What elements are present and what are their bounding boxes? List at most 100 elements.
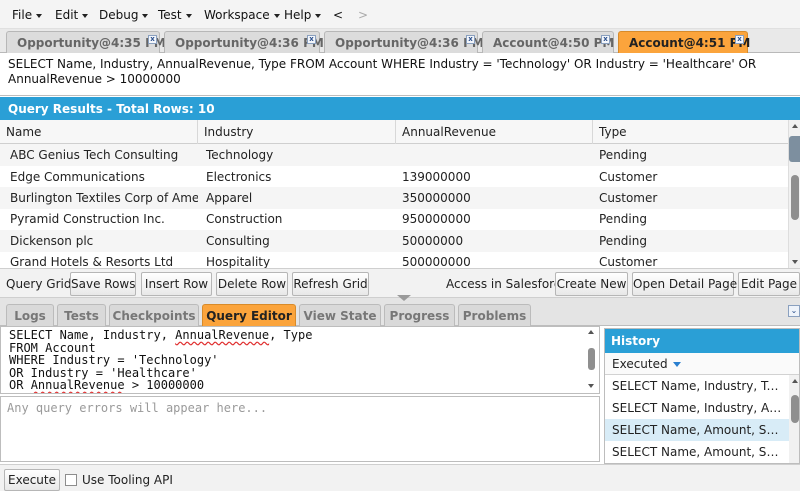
- tab-logs[interactable]: Logs: [6, 304, 54, 326]
- tab-problems[interactable]: Problems: [458, 304, 531, 326]
- nav-forward-button[interactable]: >: [358, 8, 368, 22]
- history-sort-dropdown[interactable]: Executed: [605, 353, 799, 375]
- menu-test-label: Test: [158, 8, 182, 22]
- cell-annualrevenue[interactable]: 950000000: [396, 208, 593, 230]
- column-header-name[interactable]: Name: [0, 120, 198, 144]
- cell-type[interactable]: Pending: [593, 230, 783, 252]
- scrollbar-thumb[interactable]: [791, 395, 799, 423]
- side-panel-toggle-icon[interactable]: [789, 136, 800, 162]
- chevron-down-icon: [36, 13, 43, 18]
- refresh-grid-button[interactable]: Refresh Grid: [292, 272, 369, 296]
- delete-row-button[interactable]: Delete Row: [216, 272, 288, 296]
- history-item[interactable]: SELECT Name, Industry, Type FROM Account: [605, 375, 789, 397]
- spellcheck-underline: AnnualRevenue: [175, 328, 270, 342]
- cell-type[interactable]: Pending: [593, 208, 783, 230]
- results-header: Query Results - Total Rows: 10: [0, 97, 800, 120]
- table-row[interactable]: Edge Communications Electronics 13900000…: [0, 166, 788, 188]
- tab-view-state[interactable]: View State: [299, 304, 381, 326]
- close-icon[interactable]: x: [601, 35, 610, 44]
- menu-test[interactable]: Test: [158, 8, 192, 22]
- nav-back-button[interactable]: <: [333, 8, 343, 22]
- history-item[interactable]: SELECT Name, Amount, StageName: [605, 441, 789, 463]
- execute-button[interactable]: Execute: [4, 469, 60, 491]
- tab-progress[interactable]: Progress: [384, 304, 455, 326]
- history-title: History: [605, 329, 799, 353]
- menu-edit[interactable]: Edit: [55, 8, 89, 22]
- menu-help[interactable]: Help: [284, 8, 322, 22]
- open-detail-page-button[interactable]: Open Detail Page: [632, 272, 737, 296]
- scroll-up-icon[interactable]: [588, 330, 594, 334]
- save-rows-button[interactable]: Save Rows: [70, 272, 136, 296]
- cell-type[interactable]: Customer: [593, 166, 783, 188]
- menu-edit-label: Edit: [55, 8, 79, 22]
- tab-checkpoints[interactable]: Checkpoints: [109, 304, 199, 326]
- close-icon[interactable]: x: [466, 35, 475, 44]
- menu-debug-label: Debug: [99, 8, 139, 22]
- query-editor-scrollbar[interactable]: [586, 328, 596, 392]
- table-row[interactable]: ABC Genius Tech Consulting Technology Pe…: [0, 144, 788, 166]
- query-line: SELECT Name, Industry, AnnualRevenue, Ty…: [9, 328, 313, 342]
- cell-name[interactable]: ABC Genius Tech Consulting: [4, 144, 198, 166]
- use-tooling-api-checkbox[interactable]: [65, 474, 77, 486]
- minimize-panel-icon[interactable]: ⌄: [788, 305, 800, 317]
- create-new-button[interactable]: Create New: [555, 272, 628, 296]
- cell-annualrevenue[interactable]: 139000000: [396, 166, 593, 188]
- table-row[interactable]: Burlington Textiles Corp of America Appa…: [0, 187, 788, 209]
- history-scrollbar[interactable]: [789, 375, 799, 463]
- cell-industry[interactable]: Technology: [200, 144, 396, 166]
- access-in-salesforce-label: Access in Salesforce:: [446, 277, 572, 291]
- cell-industry[interactable]: Apparel: [200, 187, 396, 209]
- column-header-industry[interactable]: Industry: [198, 120, 396, 144]
- table-row[interactable]: Grand Hotels & Resorts Ltd Hospitality 5…: [0, 251, 788, 268]
- scroll-up-icon[interactable]: [792, 124, 798, 128]
- cell-type[interactable]: Pending: [593, 144, 783, 166]
- cell-annualrevenue[interactable]: 350000000: [396, 187, 593, 209]
- menu-file[interactable]: File: [12, 8, 43, 22]
- menu-debug[interactable]: Debug: [99, 8, 149, 22]
- scrollbar-thumb[interactable]: [588, 348, 595, 370]
- cell-industry[interactable]: Hospitality: [200, 251, 396, 268]
- cell-name[interactable]: Pyramid Construction Inc.: [4, 208, 198, 230]
- insert-row-button[interactable]: Insert Row: [141, 272, 212, 296]
- editor-tab-opportunity-1[interactable]: Opportunity@4:35 PM x: [6, 31, 166, 53]
- cell-industry[interactable]: Electronics: [200, 166, 396, 188]
- column-header-annualrevenue[interactable]: AnnualRevenue: [396, 120, 593, 144]
- close-icon[interactable]: x: [307, 35, 316, 44]
- tab-query-editor[interactable]: Query Editor: [202, 304, 296, 326]
- editor-tab-account-1[interactable]: Account@4:50 PM x: [482, 31, 614, 53]
- menu-workspace[interactable]: Workspace: [204, 8, 280, 22]
- column-header-type[interactable]: Type: [593, 120, 788, 144]
- close-icon[interactable]: x: [735, 35, 744, 44]
- cell-annualrevenue[interactable]: 500000000: [396, 251, 593, 268]
- cell-name[interactable]: Dickenson plc: [4, 230, 198, 252]
- cell-type[interactable]: Customer: [593, 187, 783, 209]
- close-icon[interactable]: x: [148, 35, 157, 44]
- collapse-arrow-icon[interactable]: [397, 295, 411, 301]
- query-editor-input[interactable]: SELECT Name, Industry, AnnualRevenue, Ty…: [0, 326, 600, 394]
- soql-query-text: SELECT Name, Industry, AnnualRevenue, Ty…: [0, 53, 800, 96]
- history-item[interactable]: SELECT Name, Industry, AnnualRevenue: [605, 397, 789, 419]
- spellcheck-underline: AnnualRevenue: [30, 378, 125, 392]
- cell-type[interactable]: Customer: [593, 251, 783, 268]
- scroll-down-icon[interactable]: [792, 260, 798, 264]
- editor-tab-opportunity-2[interactable]: Opportunity@4:36 PM x: [164, 31, 324, 53]
- editor-tab-account-2[interactable]: Account@4:51 PM x: [618, 31, 750, 53]
- cell-name[interactable]: Burlington Textiles Corp of America: [4, 187, 198, 209]
- cell-name[interactable]: Grand Hotels & Resorts Ltd: [4, 251, 198, 268]
- scroll-up-icon[interactable]: [792, 379, 798, 383]
- cell-industry[interactable]: Construction: [200, 208, 396, 230]
- scroll-down-icon[interactable]: [588, 384, 594, 388]
- table-row[interactable]: Pyramid Construction Inc. Construction 9…: [0, 208, 788, 230]
- history-item-selected[interactable]: SELECT Name, Amount, StageName: [605, 419, 789, 441]
- cell-industry[interactable]: Consulting: [200, 230, 396, 252]
- query-errors-field[interactable]: Any query errors will appear here...: [0, 396, 600, 462]
- tab-tests[interactable]: Tests: [57, 304, 106, 326]
- editor-tab-opportunity-3[interactable]: Opportunity@4:36 PM x: [324, 31, 484, 53]
- scrollbar-thumb[interactable]: [791, 175, 799, 220]
- cell-annualrevenue[interactable]: [396, 144, 593, 166]
- cell-name[interactable]: Edge Communications: [4, 166, 198, 188]
- edit-page-button[interactable]: Edit Page: [738, 272, 800, 296]
- table-row[interactable]: Dickenson plc Consulting 50000000 Pendin…: [0, 230, 788, 252]
- cell-annualrevenue[interactable]: 50000000: [396, 230, 593, 252]
- menu-file-label: File: [12, 8, 33, 22]
